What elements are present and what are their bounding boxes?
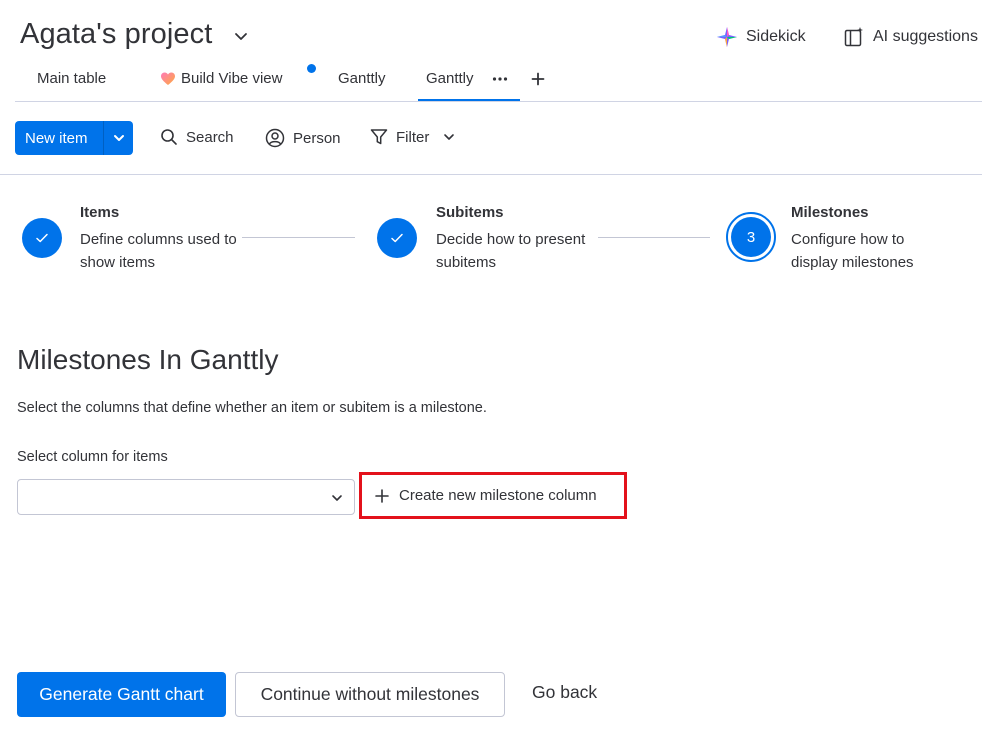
generate-gantt-chart-button[interactable]: Generate Gantt chart	[17, 672, 226, 717]
tab-ganttly-active[interactable]: Ganttly	[426, 70, 474, 87]
new-item-dropdown-button[interactable]	[104, 121, 133, 155]
step-1-title: Items	[80, 204, 120, 221]
tab-label: Main table	[37, 70, 107, 87]
chevron-down-icon	[331, 492, 343, 504]
tab-ganttly[interactable]: Ganttly	[338, 70, 386, 87]
search-label: Search	[186, 128, 234, 146]
step-3-title: Milestones	[791, 204, 869, 221]
step-3-current-indicator: 3	[726, 212, 776, 262]
person-label: Person	[293, 129, 341, 147]
search-icon	[160, 128, 178, 146]
person-filter-button[interactable]: Person	[265, 128, 341, 148]
chevron-down-icon	[113, 132, 125, 144]
generate-label: Generate Gantt chart	[39, 684, 204, 704]
step-1-complete-indicator	[22, 218, 62, 258]
step-connector	[598, 237, 710, 238]
items-column-select[interactable]	[17, 479, 355, 515]
toolbar-divider	[0, 174, 982, 175]
ai-suggestions-label: AI suggestions	[873, 28, 978, 45]
tab-label: Build Vibe view	[181, 70, 283, 87]
section-description: Select the columns that define whether a…	[17, 400, 487, 416]
filter-icon	[370, 128, 388, 146]
chevron-down-icon[interactable]	[233, 28, 249, 44]
step-3-number: 3	[731, 217, 771, 257]
step-1-description: Define columns used to show items	[80, 231, 237, 271]
step-2-title: Subitems	[436, 204, 504, 221]
step-3-description: Configure how to display milestones	[791, 231, 914, 271]
step-2-complete-indicator	[377, 218, 417, 258]
sidekick-label: Sidekick	[746, 28, 806, 45]
new-item-label: New item	[25, 129, 88, 147]
ai-suggestions-icon	[843, 26, 865, 48]
sparkle-icon	[716, 26, 738, 48]
new-item-button[interactable]: New item	[15, 121, 103, 155]
new-item-split-button: New item	[15, 121, 133, 155]
tab-build-vibe-view[interactable]: Build Vibe view	[161, 70, 282, 87]
tab-label: Ganttly	[426, 70, 474, 87]
go-back-button[interactable]: Go back	[532, 682, 597, 703]
heart-icon	[161, 72, 175, 86]
page-title[interactable]: Agata's project	[20, 18, 212, 51]
chevron-down-icon	[443, 131, 455, 143]
go-back-label: Go back	[532, 682, 598, 702]
section-heading: Milestones In Ganttly	[17, 344, 279, 375]
filter-label: Filter	[396, 128, 430, 146]
plus-icon	[375, 488, 389, 503]
continue-label: Continue without milestones	[260, 684, 480, 704]
checkmark-icon	[389, 230, 405, 246]
tab-label: Ganttly	[338, 70, 386, 87]
step-connector	[242, 237, 355, 238]
more-options-icon[interactable]	[492, 71, 508, 87]
add-view-icon[interactable]	[531, 72, 545, 86]
continue-without-milestones-button[interactable]: Continue without milestones	[235, 672, 505, 717]
notification-dot	[307, 64, 316, 73]
items-column-label: Select column for items	[17, 449, 168, 465]
tabs-divider	[15, 101, 982, 102]
create-milestone-label: Create new milestone column	[399, 487, 597, 504]
person-icon	[265, 128, 285, 148]
step-2-description: Decide how to present subitems	[436, 231, 586, 271]
filter-button[interactable]: Filter	[370, 128, 455, 146]
active-tab-indicator	[418, 99, 520, 101]
checkmark-icon	[34, 230, 50, 246]
tab-main-table[interactable]: Main table	[37, 70, 106, 87]
search-button[interactable]: Search	[160, 128, 234, 146]
create-milestone-column-button[interactable]: Create new milestone column	[359, 472, 627, 519]
sidekick-button[interactable]: Sidekick	[716, 26, 806, 48]
ai-suggestions-button[interactable]: AI suggestions	[843, 26, 978, 48]
